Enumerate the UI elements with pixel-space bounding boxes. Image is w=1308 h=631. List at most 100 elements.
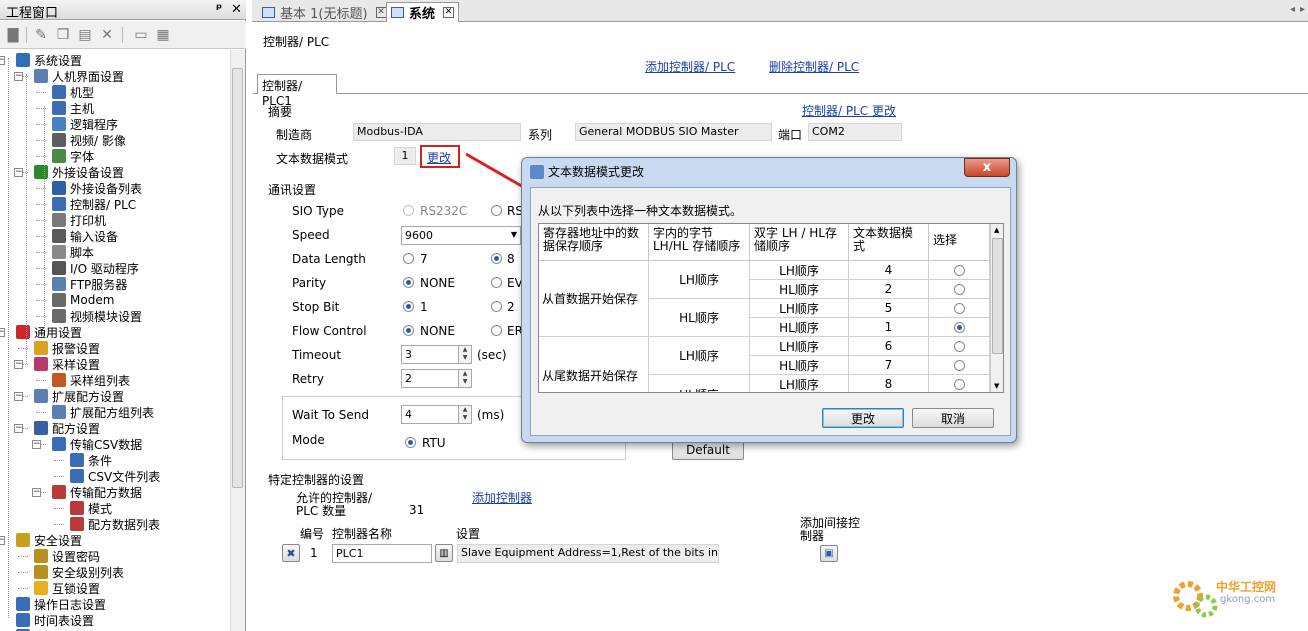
scroll-up-icon[interactable]: ▲ xyxy=(994,226,999,234)
grid-select-radio[interactable] xyxy=(953,283,965,295)
tree-item[interactable]: 配方数据列表 xyxy=(70,516,160,532)
parity-even-radio[interactable] xyxy=(491,277,502,288)
timeout-input[interactable]: 3 xyxy=(401,345,459,364)
tree-item[interactable]: 打印机 xyxy=(52,212,106,228)
tab-plc1[interactable]: 控制器/ PLC1 xyxy=(257,74,337,108)
grid-scrollbar[interactable]: ▲ ▼ xyxy=(990,224,1003,392)
tree-expander[interactable]: − xyxy=(32,488,41,497)
tree-item[interactable]: 传输CSV数据 xyxy=(52,436,142,452)
document-icon[interactable]: ▭ xyxy=(132,26,150,44)
tree-item[interactable]: 控制器/ PLC xyxy=(52,196,136,212)
tools-icon[interactable]: ✖ xyxy=(282,544,300,562)
grid-select-cell[interactable] xyxy=(929,280,990,299)
tree-item[interactable]: 外接设备列表 xyxy=(52,180,142,196)
tab-scroll-right-icon[interactable]: ▸ xyxy=(1300,4,1305,15)
new-icon[interactable]: ▇ xyxy=(4,26,22,44)
tree-item[interactable]: 互锁设置 xyxy=(34,580,100,596)
tree-expander[interactable]: − xyxy=(14,72,23,81)
change-button[interactable]: 更改 xyxy=(822,408,904,428)
delete-plc-link[interactable]: 删除控制器/ PLC xyxy=(769,58,859,75)
tree-item[interactable]: CSV文件列表 xyxy=(70,468,160,484)
parity-none-radio[interactable] xyxy=(403,277,414,288)
tab-system[interactable]: 系统 ✕ xyxy=(386,2,460,22)
tree-expander[interactable]: − xyxy=(14,168,23,177)
grid-select-cell[interactable] xyxy=(929,337,990,356)
tree-item[interactable]: 扩展配方设置 xyxy=(34,388,124,404)
change-plc-link[interactable]: 控制器/ PLC 更改 xyxy=(802,102,896,119)
close-icon[interactable]: ✕ xyxy=(231,2,242,17)
data-length-8-radio[interactable] xyxy=(491,253,502,264)
tree-item[interactable]: 字体 xyxy=(52,148,94,164)
close-tab-icon[interactable]: ✕ xyxy=(375,6,387,18)
paste-icon[interactable]: ▤ xyxy=(76,26,94,44)
tree-item[interactable]: 视频模块设置 xyxy=(52,308,142,324)
delete-icon[interactable]: ✕ xyxy=(98,26,116,44)
tree-item[interactable]: FTP服务器 xyxy=(52,276,127,292)
tree-expander[interactable]: − xyxy=(0,56,5,65)
text-mode-change-link[interactable]: 更改 xyxy=(427,149,451,166)
tree-item[interactable]: 报警设置 xyxy=(34,340,100,356)
stop-bit-2-radio[interactable] xyxy=(491,301,502,312)
tree-scrollbar-thumb[interactable] xyxy=(232,68,243,488)
grid-select-cell[interactable] xyxy=(929,261,990,280)
tree-item[interactable]: Modem xyxy=(52,292,114,308)
tree-item[interactable]: 主机 xyxy=(52,100,94,116)
sio-rs-radio[interactable] xyxy=(491,205,502,216)
mode-rtu-radio[interactable] xyxy=(405,437,416,448)
retry-input[interactable]: 2 xyxy=(401,369,459,388)
grid-select-cell[interactable] xyxy=(929,299,990,318)
indirect-controller-icon[interactable]: ▣ xyxy=(820,545,838,562)
grid-select-radio[interactable] xyxy=(953,359,965,371)
tree-item[interactable]: 机型 xyxy=(52,84,94,100)
grid-select-cell[interactable] xyxy=(929,375,990,392)
grid-select-cell[interactable] xyxy=(929,356,990,375)
tree-item[interactable]: 采样设置 xyxy=(34,356,100,372)
tree-item[interactable]: 模式 xyxy=(70,500,112,516)
grid-select-radio[interactable] xyxy=(953,302,965,314)
retry-stepper[interactable]: ▲ ▼ xyxy=(458,369,472,388)
tree-item[interactable]: 时间表设置 xyxy=(16,612,94,628)
edit-icon[interactable]: ✎ xyxy=(32,26,50,44)
tree-item[interactable]: 扩展配方组列表 xyxy=(52,404,154,420)
data-length-7-radio[interactable] xyxy=(403,253,414,264)
tree-item[interactable]: 操作日志设置 xyxy=(16,596,106,612)
tree-item[interactable]: 设置密码 xyxy=(34,548,100,564)
tree-expander[interactable]: − xyxy=(0,328,5,337)
timeout-stepper[interactable]: ▲ ▼ xyxy=(458,345,472,364)
dialog-close-button[interactable]: x xyxy=(964,158,1010,177)
grid-scrollbar-thumb[interactable] xyxy=(992,238,1003,354)
wait-to-send-stepper[interactable]: ▲ ▼ xyxy=(458,405,472,424)
tree-item[interactable]: 系统设置 xyxy=(16,52,82,68)
grid-select-radio[interactable] xyxy=(953,264,965,276)
pin-icon[interactable]: ᵖ xyxy=(216,2,222,17)
tab-scroll-left-icon[interactable]: ◂ xyxy=(1290,4,1295,15)
wait-to-send-input[interactable]: 4 xyxy=(401,405,459,424)
default-button[interactable]: Default xyxy=(672,440,744,460)
cancel-button[interactable]: 取消 xyxy=(912,408,994,428)
tree-expander[interactable]: − xyxy=(14,424,23,433)
tree-expander[interactable]: − xyxy=(0,536,5,545)
tree-item[interactable]: 人机界面设置 xyxy=(34,68,124,84)
tree-item[interactable]: 视频/ 影像 xyxy=(52,132,126,148)
close-tab-icon[interactable]: ✕ xyxy=(443,7,455,18)
tree-item[interactable]: 安全级别列表 xyxy=(34,564,124,580)
tree-item[interactable]: 输入设备 xyxy=(52,228,118,244)
scroll-down-icon[interactable]: ▼ xyxy=(994,382,999,390)
add-controller-link[interactable]: 添加控制器 xyxy=(472,489,532,506)
tree-item[interactable]: 采样组列表 xyxy=(52,372,130,388)
tree-item[interactable]: 配方设置 xyxy=(34,420,100,436)
tree-item[interactable]: 逻辑程序 xyxy=(52,116,118,132)
grid-select-radio[interactable] xyxy=(953,321,965,333)
tree-expander[interactable]: − xyxy=(32,440,41,449)
controller-name-input[interactable]: PLC1 xyxy=(332,544,432,563)
copy-icon[interactable]: ❐ xyxy=(54,26,72,44)
tab-basic[interactable]: 基本 1(无标题) ✕ xyxy=(258,2,391,22)
list-icon[interactable]: ▦ xyxy=(154,26,172,44)
tree-item[interactable]: I/O 驱动程序 xyxy=(52,260,139,276)
add-plc-link[interactable]: 添加控制器/ PLC xyxy=(645,58,735,75)
tree-expander[interactable]: − xyxy=(14,360,23,369)
tree-item[interactable]: 脚本 xyxy=(52,244,94,260)
tree-item[interactable]: 传输配方数据 xyxy=(52,484,142,500)
flow-none-radio[interactable] xyxy=(403,325,414,336)
library-icon[interactable]: ▥ xyxy=(435,544,453,562)
